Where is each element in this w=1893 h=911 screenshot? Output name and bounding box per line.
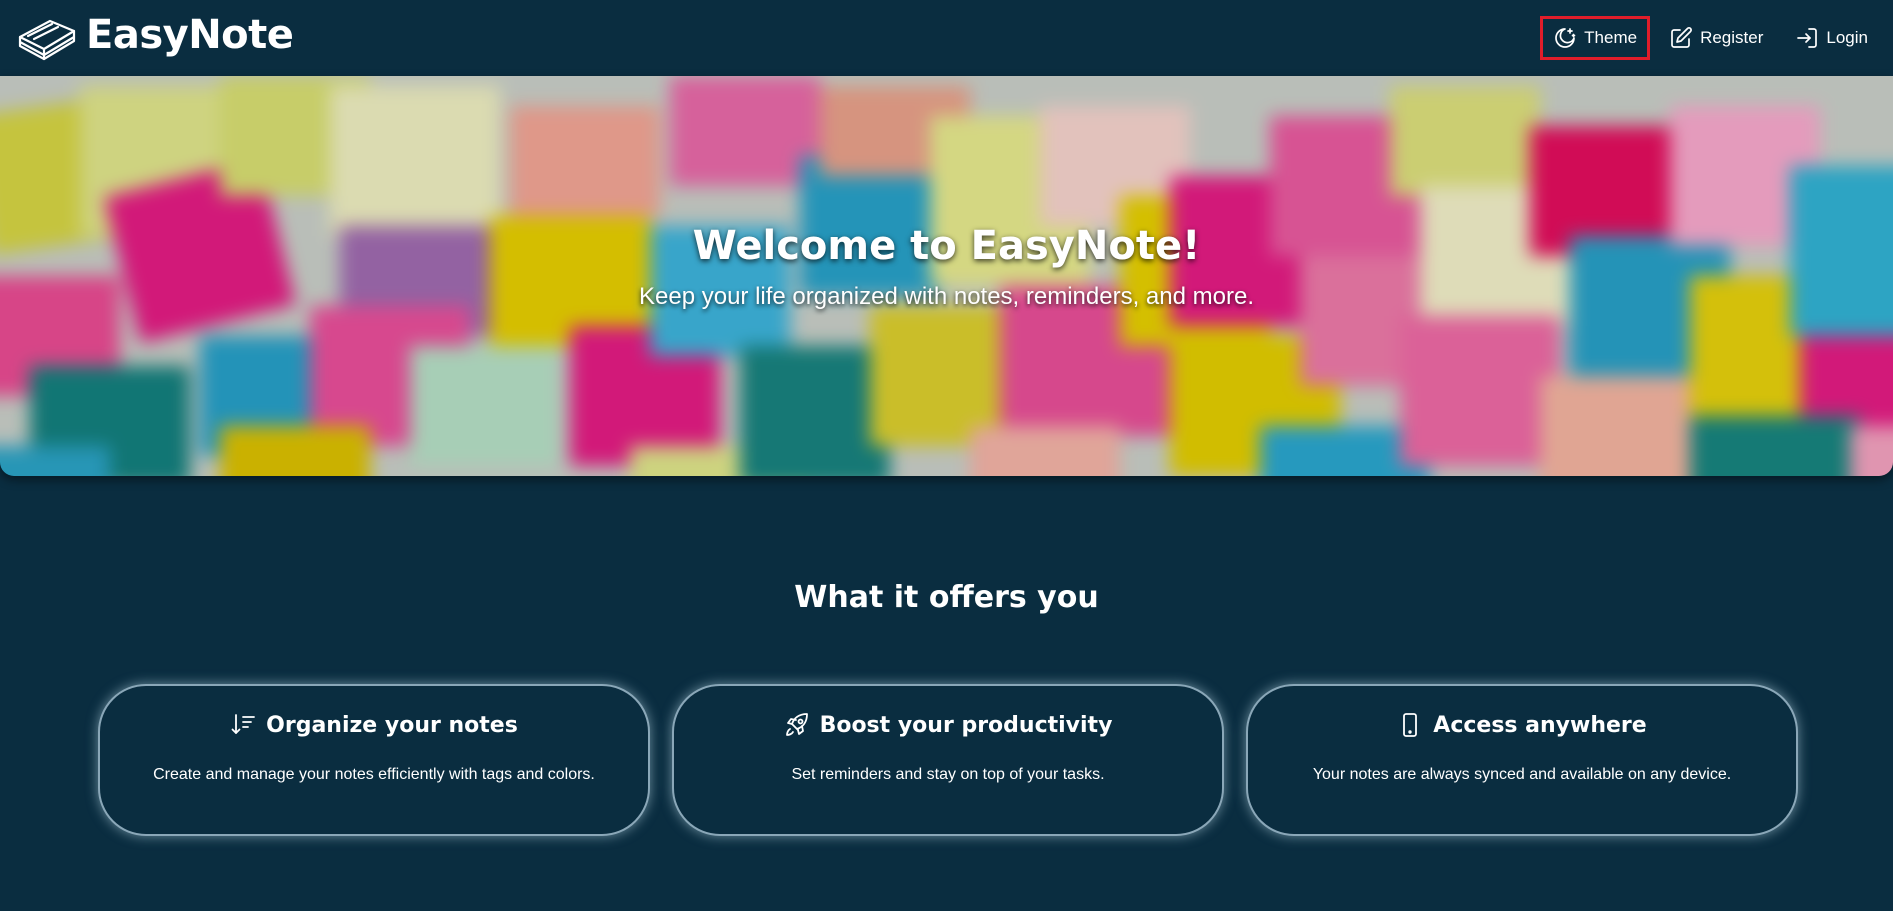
- register-label: Register: [1700, 28, 1764, 47]
- theme-label: Theme: [1584, 28, 1638, 47]
- brand-link[interactable]: EasyNote: [16, 12, 294, 61]
- theme-button[interactable]: Theme: [1540, 16, 1651, 60]
- nav-actions: Theme Register Login: [1540, 16, 1881, 60]
- features-title: What it offers you: [794, 580, 1099, 615]
- hero-text: Welcome to EasyNote! Keep your life orga…: [0, 76, 1893, 476]
- brand-name: EasyNote: [86, 12, 294, 58]
- feature-card-description: Create and manage your notes efficiently…: [153, 766, 595, 783]
- register-button[interactable]: Register: [1656, 16, 1776, 60]
- feature-card-productivity: Boost your productivity Set reminders an…: [672, 684, 1224, 836]
- feature-card-title: Access anywhere: [1433, 712, 1647, 738]
- login-label: Login: [1826, 28, 1868, 47]
- moon-stars-icon: [1555, 28, 1576, 48]
- hero-banner: Welcome to EasyNote! Keep your life orga…: [0, 76, 1893, 476]
- feature-card-organize: Organize your notes Create and manage yo…: [98, 684, 650, 836]
- feature-cards: Organize your notes Create and manage yo…: [98, 684, 1798, 836]
- login-button[interactable]: Login: [1782, 16, 1881, 60]
- rocket-icon: [785, 713, 808, 736]
- feature-card-description: Set reminders and stay on top of your ta…: [791, 766, 1105, 783]
- sort-descending-icon: [231, 714, 256, 734]
- feature-card-title: Boost your productivity: [819, 712, 1113, 738]
- notebook-stack-icon: [18, 19, 76, 61]
- phone-icon: [1403, 713, 1418, 737]
- hero-subtitle: Keep your life organized with notes, rem…: [639, 283, 1254, 310]
- feature-card-description: Your notes are always synced and availab…: [1312, 766, 1732, 783]
- feature-card-title: Organize your notes: [266, 712, 518, 738]
- pencil-square-icon: [1671, 27, 1692, 48]
- navbar: EasyNote Theme Register Login: [0, 0, 1893, 76]
- feature-card-access: Access anywhere Your notes are always sy…: [1246, 684, 1798, 836]
- login-arrow-icon: [1797, 28, 1818, 48]
- hero-title: Welcome to EasyNote!: [692, 223, 1201, 269]
